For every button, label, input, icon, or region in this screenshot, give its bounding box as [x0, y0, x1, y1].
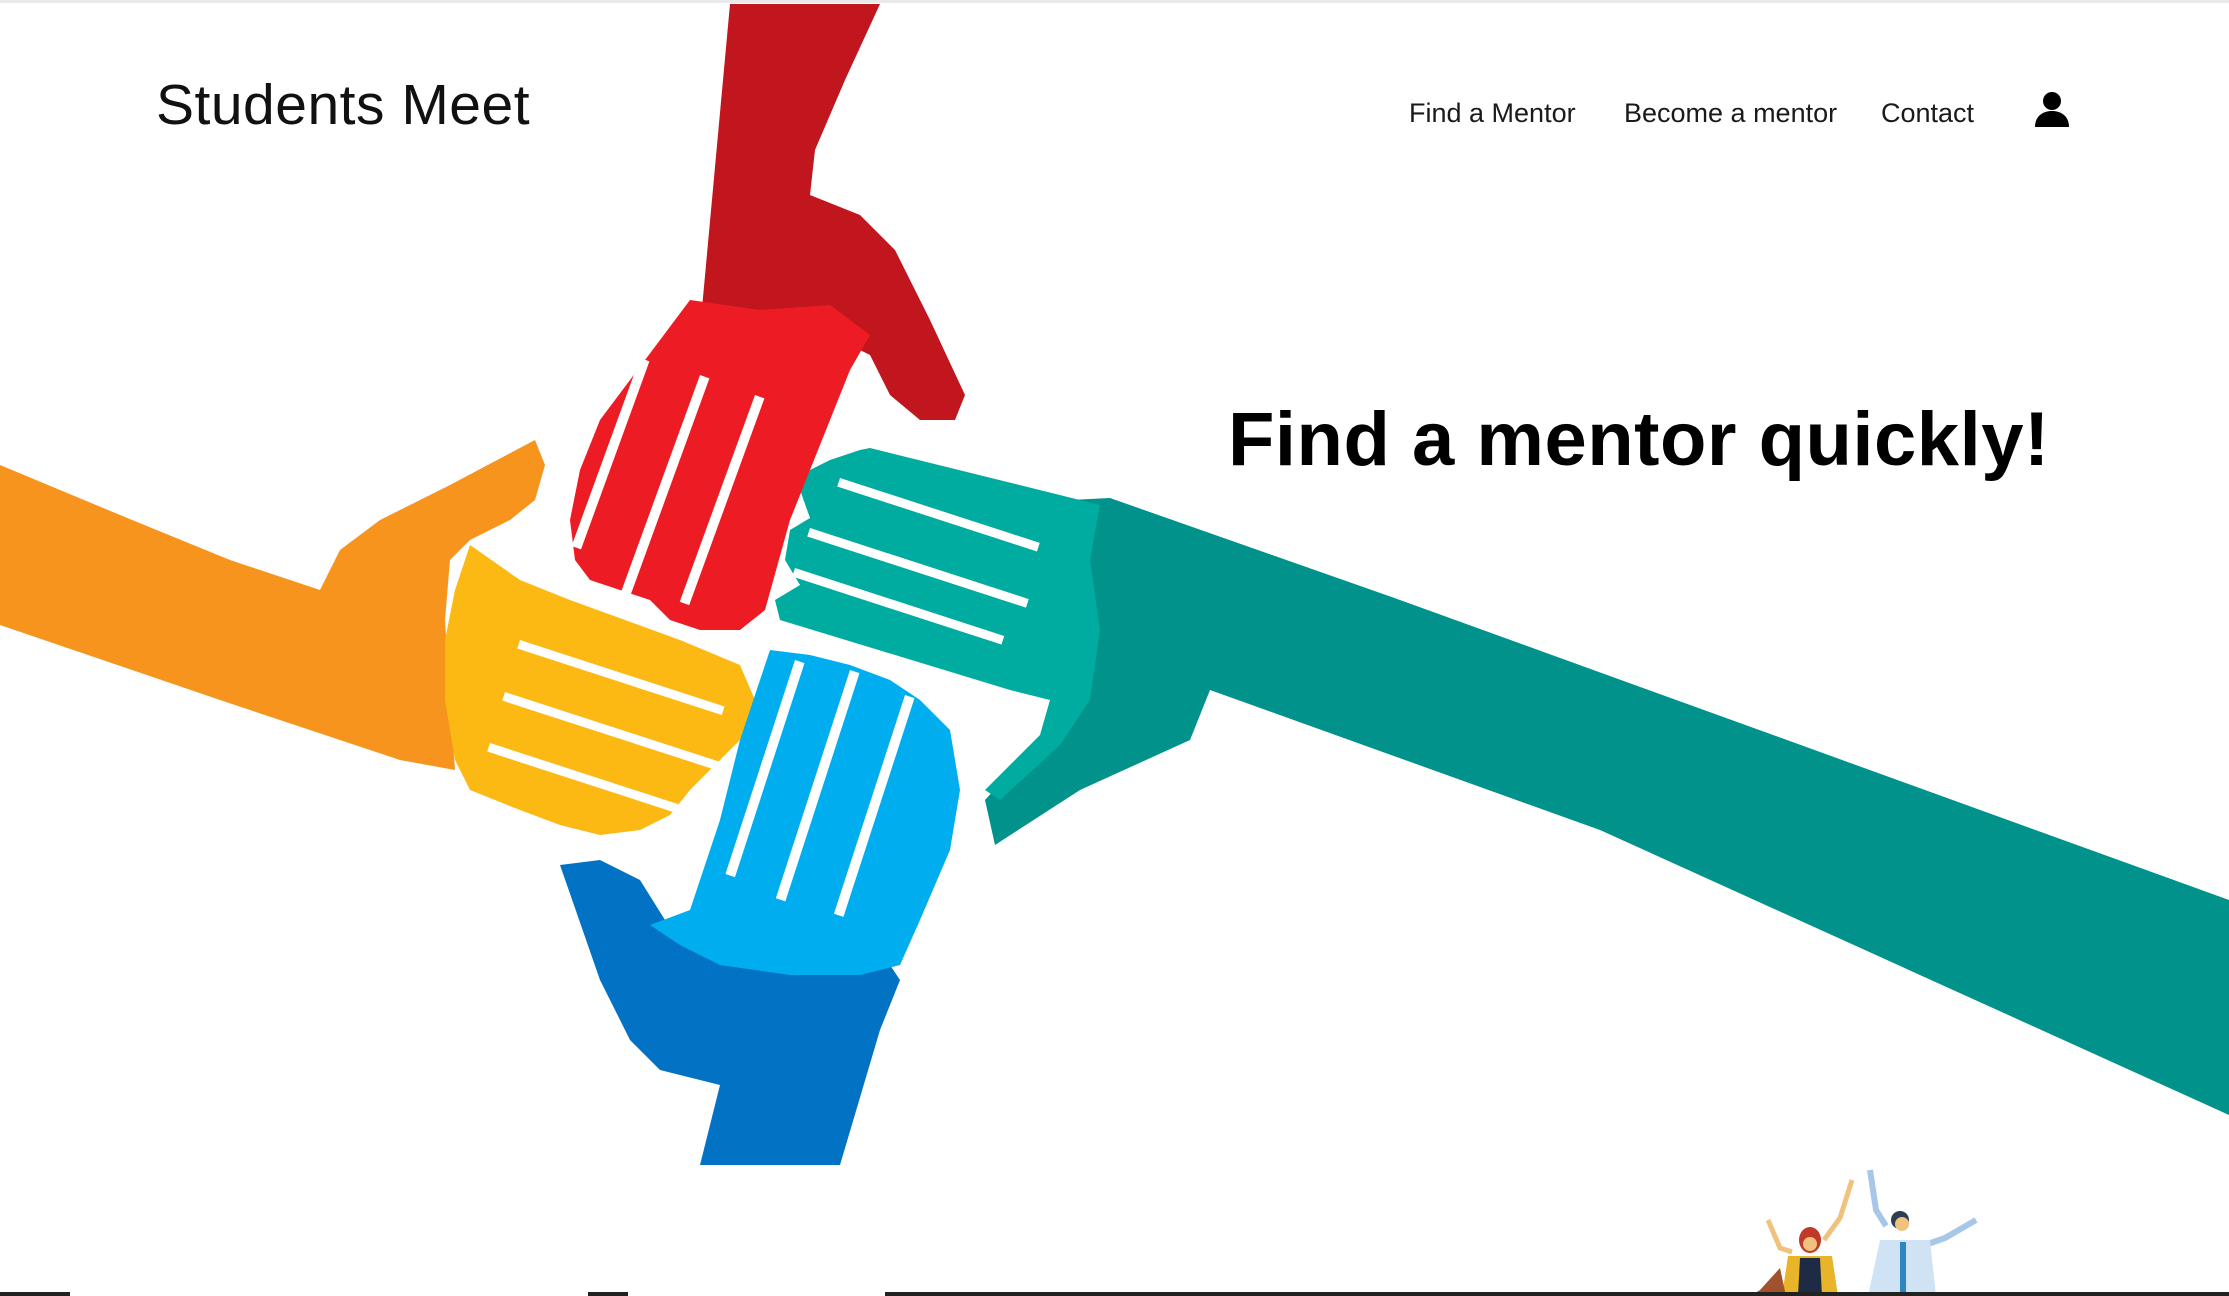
bottom-bar [0, 1292, 2229, 1296]
teal-arm [985, 498, 2229, 1115]
site-header: Students Meet Find a Mentor Become a men… [0, 0, 2229, 200]
site-logo[interactable]: Students Meet [156, 72, 530, 138]
nav-find-a-mentor[interactable]: Find a Mentor [1409, 98, 1576, 129]
nav-become-a-mentor[interactable]: Become a mentor [1624, 98, 1837, 129]
celebrating-people-illustration [1750, 1169, 1978, 1296]
user-icon[interactable] [2032, 89, 2072, 129]
nav-contact[interactable]: Contact [1881, 98, 1974, 129]
hero-headline: Find a mentor quickly! [1228, 397, 2050, 482]
